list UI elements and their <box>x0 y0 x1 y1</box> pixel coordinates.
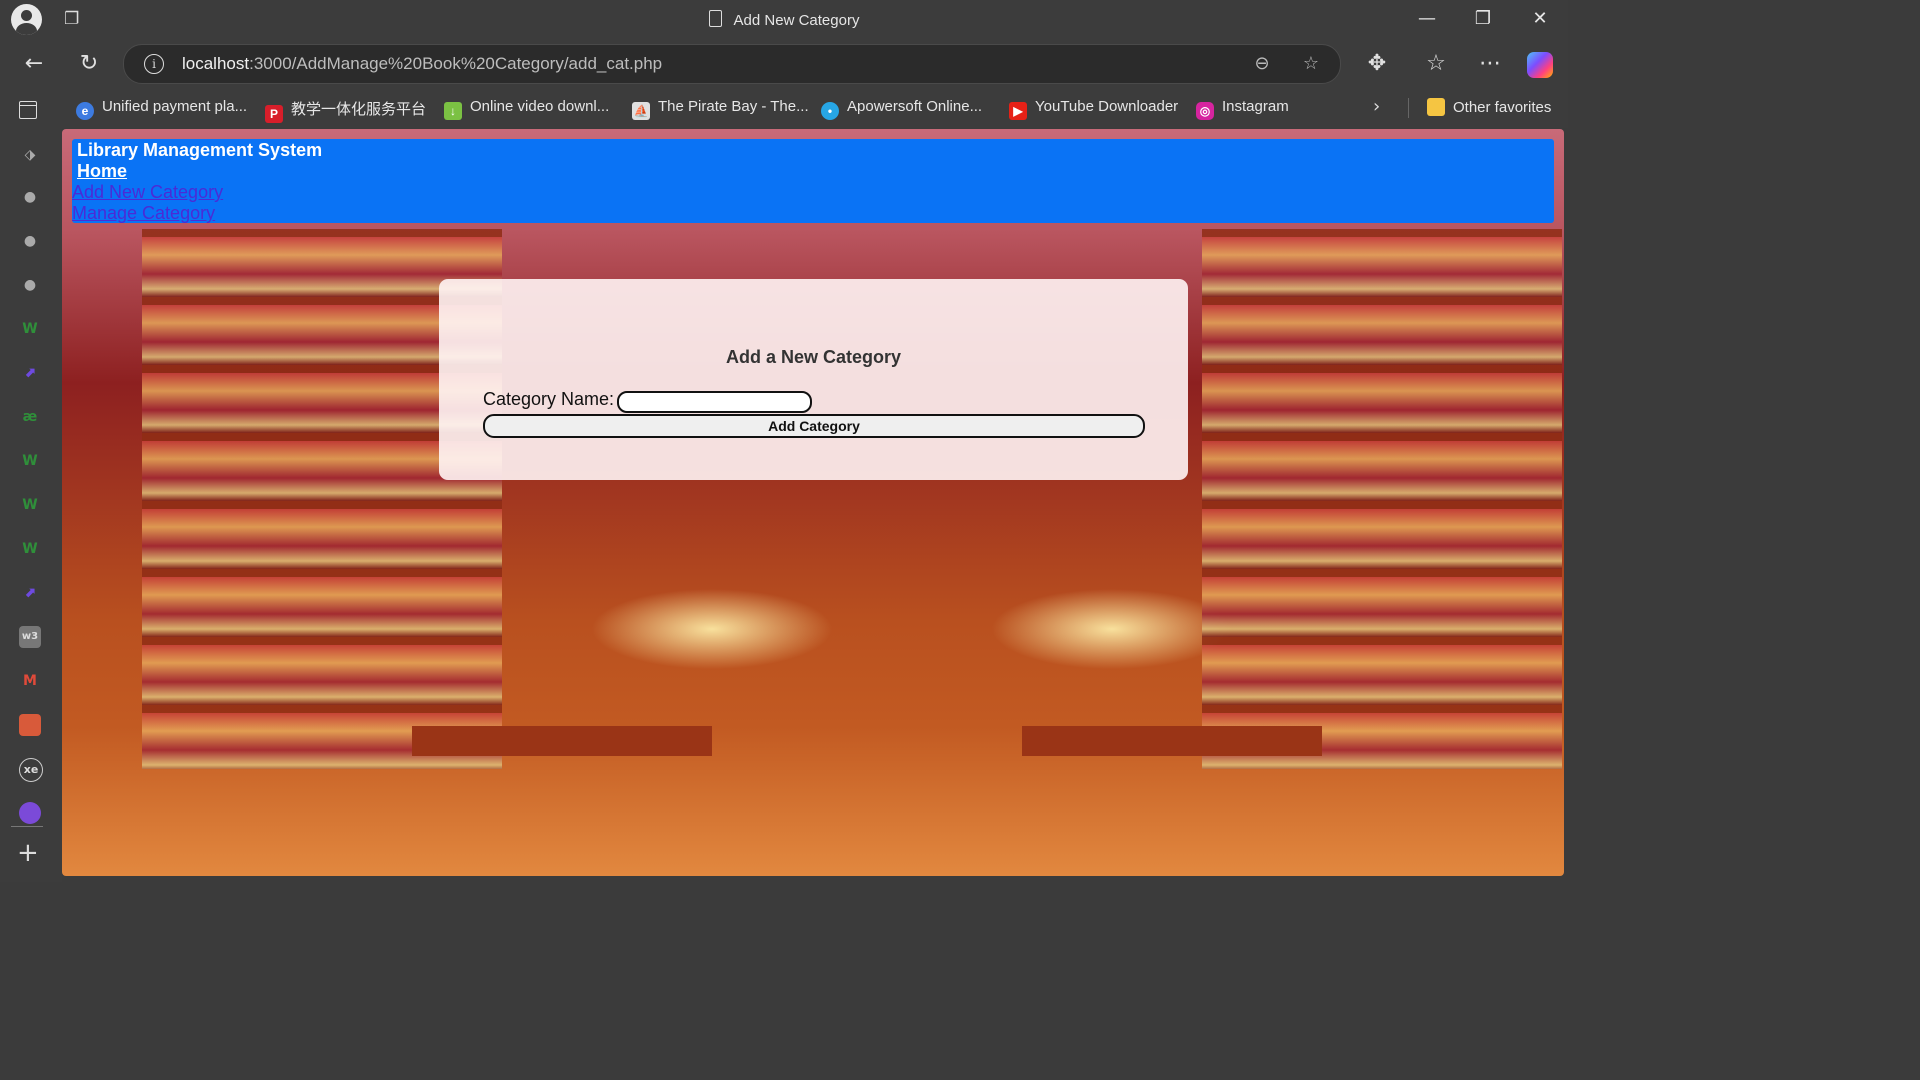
download-arrow-icon: ↓ <box>444 102 462 120</box>
manage-category-link[interactable]: Manage Category <box>72 203 215 224</box>
pirate-ship-icon: ⛵ <box>632 102 650 120</box>
bookmark-item[interactable]: ▶ YouTube Downloader <box>1009 98 1178 120</box>
bookmark-item[interactable]: e Unified payment pla... <box>76 98 247 120</box>
zoom-icon[interactable]: ⊖ <box>1250 53 1274 75</box>
apowersoft-icon: • <box>821 102 839 120</box>
url-text[interactable]: localhost:3000/AddManage%20Book%20Catego… <box>182 54 662 74</box>
add-category-button[interactable]: Add Category <box>483 414 1145 438</box>
back-arrow-icon[interactable]: ← <box>19 50 49 78</box>
extensions-icon[interactable]: ✥ <box>1362 50 1392 78</box>
w-site-icon[interactable]: W <box>19 318 41 340</box>
site-info-icon[interactable]: i <box>144 54 164 74</box>
category-name-label: Category Name: <box>483 389 615 409</box>
add-icon[interactable]: + <box>17 838 39 868</box>
sidebar-app-icon[interactable]: ⬗ <box>19 144 41 166</box>
sidebar-app-icon[interactable] <box>19 802 41 824</box>
web-page: Library Management System Home Add New C… <box>62 129 1564 876</box>
copilot-icon[interactable] <box>1527 52 1553 78</box>
gmail-icon[interactable]: M <box>19 670 41 692</box>
divider <box>1408 98 1409 118</box>
window-title: Add New Category <box>0 10 1568 29</box>
site-title: Library Management System <box>77 140 323 160</box>
home-link[interactable]: Home <box>77 161 127 182</box>
add-category-link[interactable]: Add New Category <box>72 182 223 203</box>
favorite-star-icon[interactable]: ☆ <box>1299 53 1323 75</box>
form-heading: Add a New Category <box>725 347 902 367</box>
chevron-right-icon[interactable]: › <box>1373 96 1380 117</box>
github-icon[interactable]: ● <box>19 274 41 296</box>
instagram-icon: ◎ <box>1196 102 1214 120</box>
sidebar-app-icon[interactable]: æ <box>19 406 41 428</box>
background-image <box>1022 726 1322 756</box>
bookmark-item[interactable]: ↓ Online video downl... <box>444 98 609 120</box>
bookmark-item[interactable]: ◎ Instagram <box>1196 98 1289 120</box>
background-image <box>412 726 712 756</box>
address-bar[interactable]: i localhost:3000/AddManage%20Book%20Cate… <box>123 44 1341 84</box>
bookmark-item[interactable]: ⛵ The Pirate Bay - The... <box>632 98 809 120</box>
add-category-form: Add a New Category Category Name: Add Ca… <box>439 279 1188 480</box>
w-site-icon[interactable]: W <box>19 450 41 472</box>
restore-icon[interactable]: ❐ <box>1468 8 1498 32</box>
payment-icon: e <box>76 102 94 120</box>
category-name-input[interactable] <box>617 391 812 413</box>
bookmark-item[interactable]: • Apowersoft Online... <box>821 98 982 120</box>
minimize-icon[interactable]: — <box>1412 8 1442 32</box>
browser-sidebar: ⬗ ● ● ● W ⬈ æ W W W ⬈ w3 M xe + <box>0 128 62 882</box>
folder-icon <box>1427 98 1445 116</box>
refresh-icon[interactable]: ↻ <box>74 50 104 78</box>
sidebar-toggle-icon[interactable] <box>19 101 37 119</box>
more-menu-icon[interactable]: ⋯ <box>1475 50 1505 78</box>
w-site-icon[interactable]: W <box>19 538 41 560</box>
w-site-icon[interactable]: W <box>19 494 41 516</box>
sidebar-app-icon[interactable]: ⬈ <box>19 362 41 384</box>
bookmarks-bar: e Unified payment pla... P 教学一体化服务平台 ↓ Onli… <box>0 88 1568 128</box>
document-icon <box>708 10 722 27</box>
youtube-icon: ▶ <box>1009 102 1027 120</box>
xe-icon[interactable]: xe <box>19 758 43 782</box>
background-image <box>1202 229 1562 769</box>
other-favorites[interactable]: Other favorites <box>1427 98 1551 118</box>
github-icon[interactable]: ● <box>19 230 41 252</box>
title-bar: ❐ Add New Category — ❐ ✕ <box>0 0 1568 40</box>
cloud-app-icon[interactable] <box>19 714 41 736</box>
bookmark-item[interactable]: P 教学一体化服务平台 <box>265 98 426 123</box>
navigation-bar: ← ↻ i localhost:3000/AddManage%20Book%20… <box>0 40 1568 88</box>
github-icon[interactable]: ● <box>19 186 41 208</box>
favorites-icon[interactable]: ☆ <box>1421 50 1451 78</box>
sidebar-app-icon[interactable]: ⬈ <box>19 582 41 604</box>
divider <box>11 826 43 827</box>
w3schools-icon[interactable]: w3 <box>19 626 41 648</box>
p-logo-icon: P <box>265 105 283 123</box>
close-icon[interactable]: ✕ <box>1525 8 1555 32</box>
site-header: Library Management System Home Add New C… <box>72 139 1554 223</box>
